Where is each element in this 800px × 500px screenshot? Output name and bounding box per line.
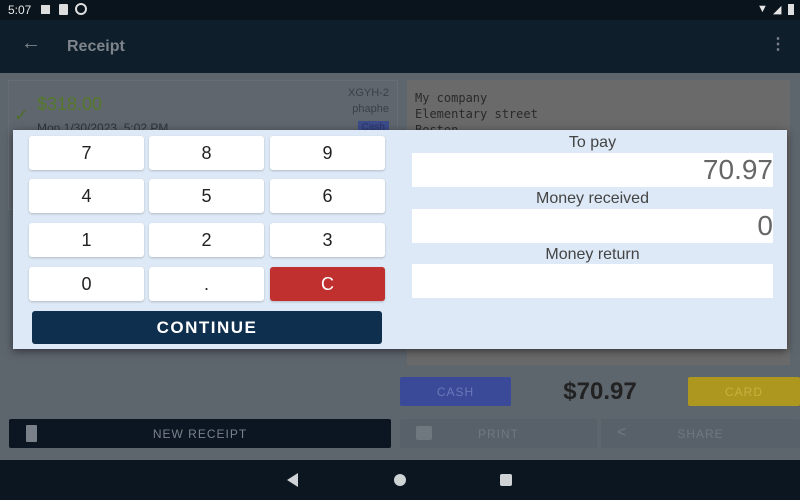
key-clear[interactable]: C [270, 267, 385, 301]
wifi-icon: ▼ [757, 3, 768, 15]
key-1[interactable]: 1 [29, 223, 144, 257]
money-received-label: Money received [536, 190, 649, 207]
share-button[interactable]: < SHARE [601, 419, 800, 448]
key-5[interactable]: 5 [149, 179, 264, 213]
back-arrow-icon[interactable]: ← [21, 32, 41, 55]
key-7[interactable]: 7 [29, 136, 144, 170]
continue-button[interactable]: CONTINUE [32, 311, 382, 344]
key-3[interactable]: 3 [270, 223, 385, 257]
to-pay-label: To pay [568, 134, 617, 151]
notification-icon [41, 5, 50, 14]
recents-nav-icon[interactable] [500, 474, 512, 486]
toolbar: ← Receipt ⋮ [0, 20, 800, 73]
key-9[interactable]: 9 [270, 136, 385, 170]
clock: 5:07 [8, 3, 32, 17]
key-0[interactable]: 0 [29, 267, 144, 301]
card-button[interactable]: CARD [688, 377, 800, 406]
receipt-code: XGYH-2 [348, 87, 389, 99]
money-received-field[interactable]: 0 [412, 209, 773, 243]
sync-icon [75, 3, 87, 15]
new-receipt-button[interactable]: NEW RECEIPT [9, 419, 391, 448]
more-options-icon[interactable]: ⋮ [770, 34, 786, 54]
print-button[interactable]: PRINT [400, 419, 597, 448]
key-decimal[interactable]: . [149, 267, 264, 301]
payment-dialog: 7 8 9 4 5 6 1 2 3 0 . C CONTINUE To pay … [13, 130, 787, 349]
printer-icon [416, 426, 432, 440]
money-return-field [412, 264, 773, 298]
cash-button[interactable]: CASH [400, 377, 511, 406]
calculator-icon [26, 425, 37, 442]
home-nav-icon[interactable] [394, 474, 406, 486]
receipt-amount: $318.00 [37, 94, 103, 114]
navigation-bar [0, 460, 800, 500]
battery-icon [788, 4, 794, 15]
receipt-user: phaphe [352, 103, 389, 115]
page-title: Receipt [67, 38, 125, 55]
check-icon: ✓ [14, 105, 30, 125]
total-amount: $70.97 [563, 378, 637, 405]
key-2[interactable]: 2 [149, 223, 264, 257]
share-icon: < [617, 424, 628, 441]
sd-card-icon [59, 4, 68, 15]
status-bar: 5:07 ▼ ◢ [0, 0, 800, 20]
back-nav-icon[interactable] [287, 473, 298, 487]
key-6[interactable]: 6 [270, 179, 385, 213]
signal-icon: ◢ [773, 4, 782, 16]
money-return-label: Money return [545, 246, 640, 263]
key-4[interactable]: 4 [29, 179, 144, 213]
to-pay-field: 70.97 [412, 153, 773, 187]
key-8[interactable]: 8 [149, 136, 264, 170]
print-label: PRINT [478, 426, 519, 441]
new-receipt-label: NEW RECEIPT [152, 426, 248, 441]
share-label: SHARE [677, 426, 724, 441]
